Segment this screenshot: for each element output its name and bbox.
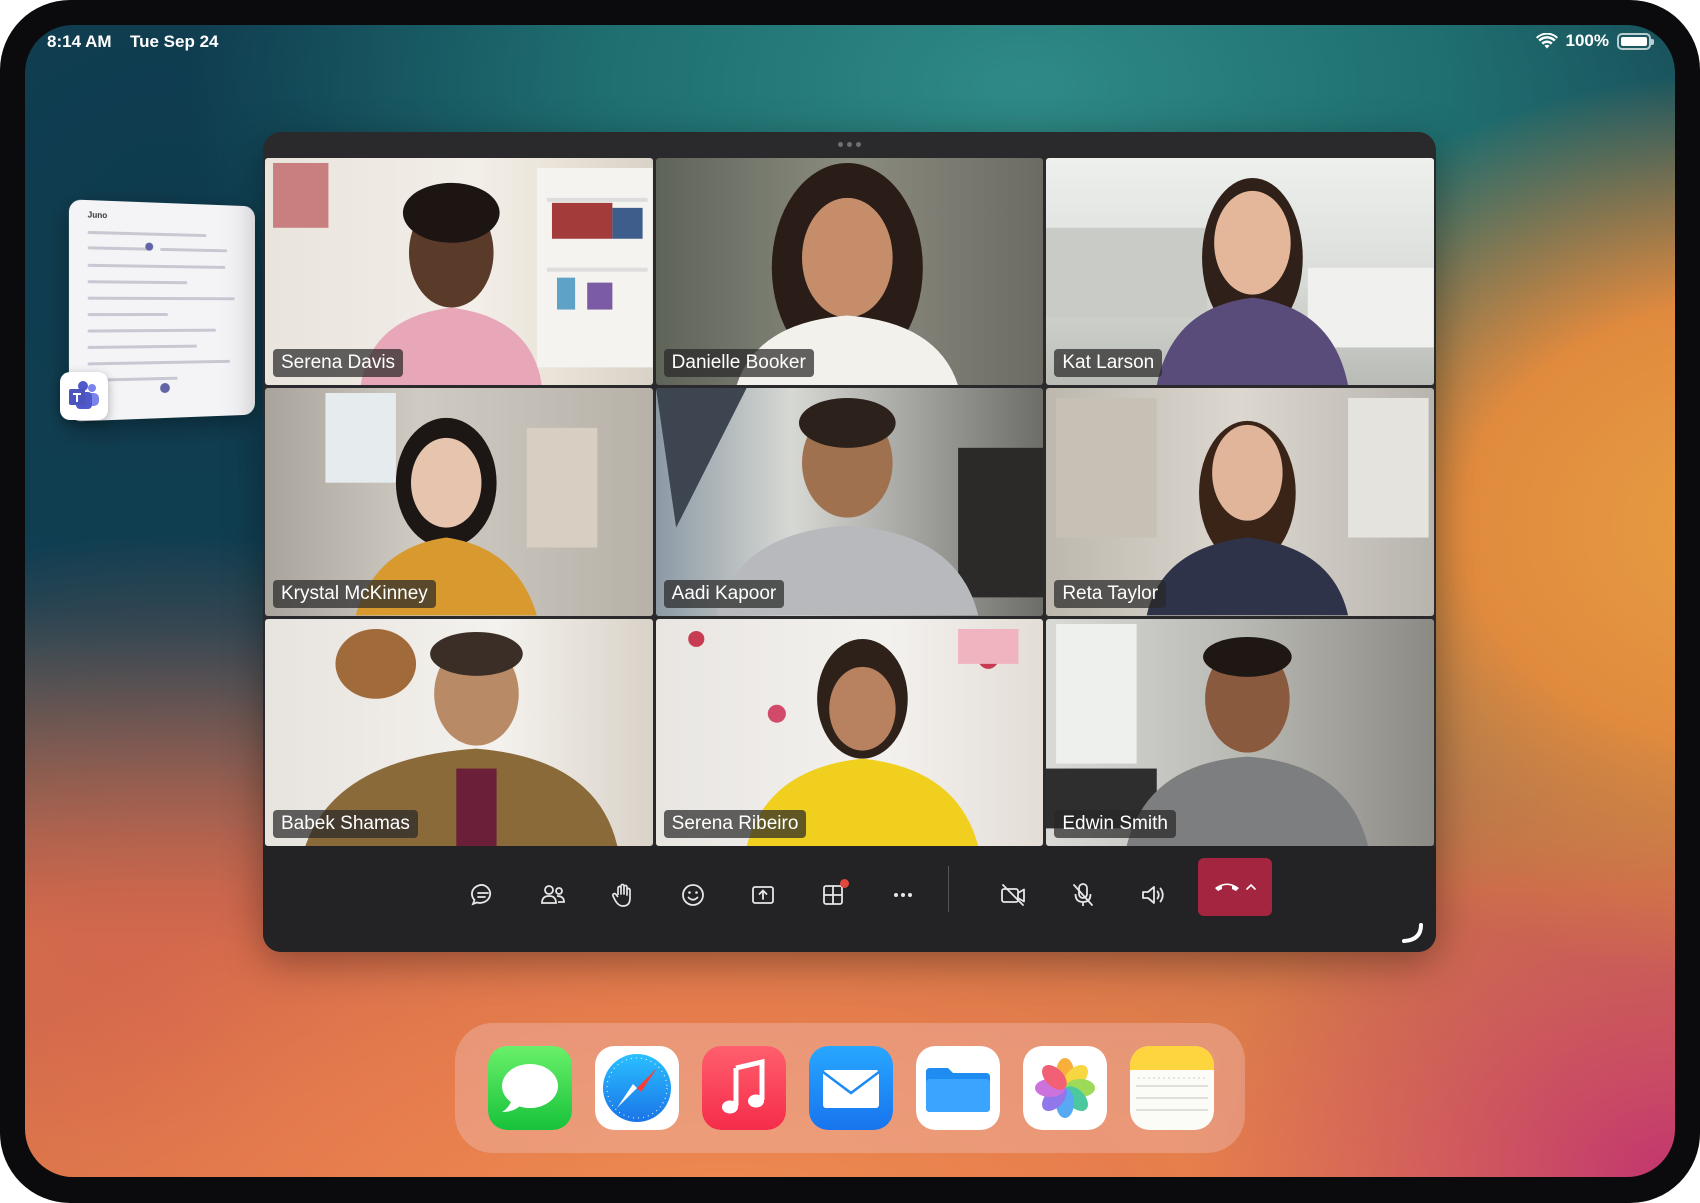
status-indicators: 100% [1535, 31, 1654, 51]
chevron-up-icon[interactable] [1246, 883, 1256, 891]
resize-handle-icon[interactable] [1400, 922, 1424, 944]
participant-name: Kat Larson [1054, 349, 1163, 378]
leave-call-button[interactable] [1198, 858, 1272, 916]
mail-app[interactable] [809, 1046, 893, 1130]
participant-name: Edwin Smith [1054, 809, 1176, 838]
more-button[interactable] [879, 871, 927, 919]
battery-icon [1617, 32, 1654, 50]
home-screen: 8:14 AM Tue Sep 24 100% Juno Serena Davi… [25, 25, 1675, 1177]
safari-app[interactable] [595, 1046, 679, 1130]
camera-button[interactable] [989, 871, 1037, 919]
more-icon [894, 893, 912, 897]
control-divider [948, 866, 949, 912]
raise-hand-button[interactable] [599, 871, 647, 919]
chat-icon [471, 884, 492, 906]
slideover-title: Juno [87, 210, 108, 221]
music-app[interactable] [702, 1046, 786, 1130]
participant-tile[interactable]: Danielle Booker [655, 158, 1044, 386]
people-button[interactable] [529, 871, 577, 919]
photos-app[interactable] [1023, 1046, 1107, 1130]
messages-app[interactable] [488, 1046, 572, 1130]
reactions-button[interactable] [669, 871, 717, 919]
speaker-icon [1142, 886, 1164, 904]
raise-hand-icon [612, 883, 631, 907]
participant-name: Aadi Kapoor [663, 579, 785, 608]
files-icon [916, 1046, 1000, 1130]
photos-icon [1023, 1046, 1107, 1130]
hang-up-icon [1215, 883, 1239, 891]
participant-name: Krystal McKinney [273, 579, 436, 608]
participant-tile[interactable]: Krystal McKinney [265, 388, 653, 616]
participant-name: Danielle Booker [663, 349, 814, 378]
notes-app[interactable] [1130, 1046, 1214, 1130]
share-screen-icon [752, 886, 774, 904]
notes-icon [1130, 1046, 1214, 1130]
mic-button[interactable] [1059, 871, 1107, 919]
mic-off-icon [1073, 883, 1093, 906]
speaker-button[interactable] [1129, 871, 1177, 919]
teams-meeting-window: Serena Davis Danielle Booker Kat Larson … [263, 132, 1436, 952]
window-grabber[interactable] [838, 142, 861, 147]
participant-name: Babek Shamas [273, 809, 418, 838]
participant-tile[interactable]: Reta Taylor [1046, 388, 1434, 616]
teams-app-icon[interactable] [60, 372, 108, 420]
notification-dot [840, 879, 849, 888]
ipad-frame: 8:14 AM Tue Sep 24 100% Juno Serena Davi… [0, 0, 1700, 1203]
status-date: Tue Sep 24 [130, 32, 219, 51]
participant-tile[interactable]: Aadi Kapoor [655, 388, 1044, 616]
wifi-icon [1535, 32, 1558, 48]
music-icon [702, 1046, 786, 1130]
battery-percentage: 100% [1565, 31, 1609, 50]
chat-button[interactable] [459, 871, 507, 919]
emoji-icon [682, 884, 704, 906]
participant-name: Reta Taylor [1054, 579, 1167, 608]
status-bar: 8:14 AM Tue Sep 24 100% [25, 25, 1675, 81]
participant-tile[interactable]: Serena Ribeiro [655, 618, 1044, 846]
files-app[interactable] [916, 1046, 1000, 1130]
status-time: 8:14 AM [47, 32, 112, 51]
share-button[interactable] [739, 871, 787, 919]
people-icon [541, 885, 565, 904]
mail-icon [809, 1046, 893, 1130]
participant-tile[interactable]: Serena Davis [265, 158, 653, 386]
messages-icon [488, 1046, 572, 1130]
apps-button[interactable] [809, 871, 857, 919]
participant-tile[interactable]: Kat Larson [1046, 158, 1434, 386]
dock [455, 1023, 1245, 1153]
video-grid: Serena Davis Danielle Booker Kat Larson … [265, 158, 1434, 846]
participant-name: Serena Ribeiro [663, 809, 807, 838]
meeting-control-bar [263, 846, 1436, 952]
participant-name: Serena Davis [273, 349, 404, 378]
participant-tile[interactable]: Edwin Smith [1046, 618, 1434, 846]
teams-icon [69, 381, 99, 409]
camera-off-icon [1001, 884, 1025, 906]
participant-tile[interactable]: Babek Shamas [265, 618, 653, 846]
safari-icon [595, 1046, 679, 1130]
